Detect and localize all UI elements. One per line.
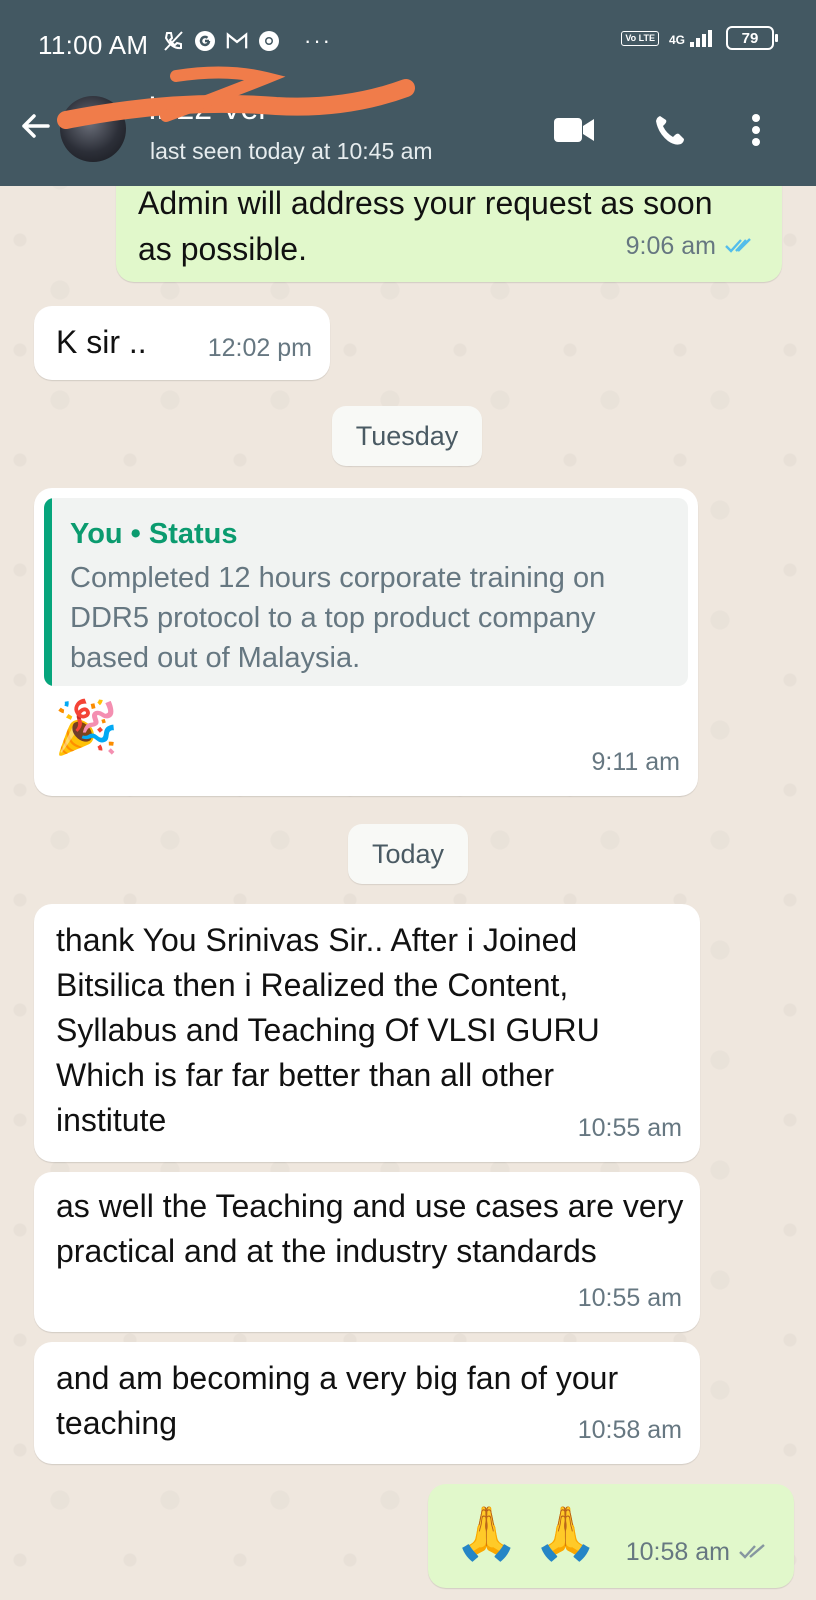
date-separator: Today bbox=[348, 824, 468, 884]
date-separator: Tuesday bbox=[332, 406, 482, 466]
incoming-message[interactable]: and am becoming a very big fan of your t… bbox=[34, 1342, 700, 1464]
message-time: 9:06 am bbox=[625, 232, 716, 260]
message-time: 12:02 pm bbox=[207, 334, 312, 362]
incoming-message[interactable]: thank You Srinivas Sir.. After i Joined … bbox=[34, 904, 700, 1162]
call-muted-icon bbox=[162, 30, 184, 52]
message-meta: 10:58 am bbox=[626, 1530, 770, 1574]
overflow-menu-icon[interactable] bbox=[734, 110, 778, 150]
signal-icon: 4G bbox=[669, 29, 716, 47]
more-notifications-icon: ··· bbox=[304, 28, 332, 53]
read-ticks-icon bbox=[725, 238, 751, 253]
quote-text: Completed 12 hours corporate training on… bbox=[70, 562, 606, 674]
gmail-icon bbox=[226, 30, 248, 52]
message-meta: 10:55 am bbox=[578, 1276, 682, 1320]
google-icon bbox=[194, 30, 216, 52]
chrome-icon bbox=[258, 30, 280, 52]
folded-hands-emoji: 🙏 🙏 bbox=[454, 1505, 598, 1563]
outgoing-message[interactable]: 🙏 🙏 10:58 am bbox=[428, 1484, 794, 1588]
date-label: Today bbox=[371, 838, 445, 869]
message-time: 10:55 am bbox=[577, 1114, 682, 1142]
message-meta: 9:06 am bbox=[626, 224, 756, 268]
delivered-ticks-icon bbox=[739, 1544, 765, 1559]
incoming-message[interactable]: K sir .. 12:02 pm bbox=[34, 306, 330, 380]
incoming-message[interactable]: You • Status Completed 12 hours corporat… bbox=[34, 488, 698, 796]
back-arrow-icon[interactable] bbox=[18, 108, 54, 144]
voice-call-icon[interactable] bbox=[648, 110, 692, 150]
volte-icon: Vo LTE bbox=[621, 30, 659, 46]
status-quote[interactable]: You • Status Completed 12 hours corporat… bbox=[44, 498, 688, 686]
incoming-message[interactable]: as well the Teaching and use cases are v… bbox=[34, 1172, 700, 1332]
message-meta: 9:11 am bbox=[592, 740, 680, 784]
redaction-scribble bbox=[57, 66, 415, 129]
notification-icons: ··· bbox=[162, 28, 332, 54]
message-meta: 12:02 pm bbox=[208, 326, 312, 370]
battery-level: 79 bbox=[741, 29, 759, 47]
chat-header: 11:00 AM ··· Vo LTE 4G 79 Ir 22 Ver last… bbox=[0, 0, 816, 186]
date-label: Tuesday bbox=[355, 420, 459, 451]
message-text: K sir .. bbox=[56, 324, 147, 360]
battery-icon: 79 bbox=[726, 26, 778, 50]
party-popper-emoji: 🎉 bbox=[54, 699, 119, 757]
message-time: 10:58 am bbox=[625, 1538, 730, 1566]
message-text: and am becoming a very big fan of your t… bbox=[56, 1360, 619, 1441]
message-text: as well the Teaching and use cases are v… bbox=[56, 1188, 684, 1269]
message-time: 9:11 am bbox=[591, 748, 680, 776]
message-time: 10:58 am bbox=[577, 1416, 682, 1444]
system-status: Vo LTE 4G 79 bbox=[621, 26, 778, 50]
quote-title: You • Status bbox=[70, 518, 238, 550]
last-seen-status: last seen today at 10:45 am bbox=[150, 138, 433, 164]
message-text: thank You Srinivas Sir.. After i Joined … bbox=[56, 922, 600, 1138]
message-meta: 10:58 am bbox=[578, 1408, 682, 1452]
status-time: 11:00 AM bbox=[38, 30, 149, 60]
video-call-icon[interactable] bbox=[552, 110, 596, 150]
quote-accent-bar bbox=[44, 498, 52, 686]
message-meta: 10:55 am bbox=[578, 1106, 682, 1150]
message-time: 10:55 am bbox=[577, 1284, 682, 1312]
network-type: 4G bbox=[668, 33, 685, 47]
